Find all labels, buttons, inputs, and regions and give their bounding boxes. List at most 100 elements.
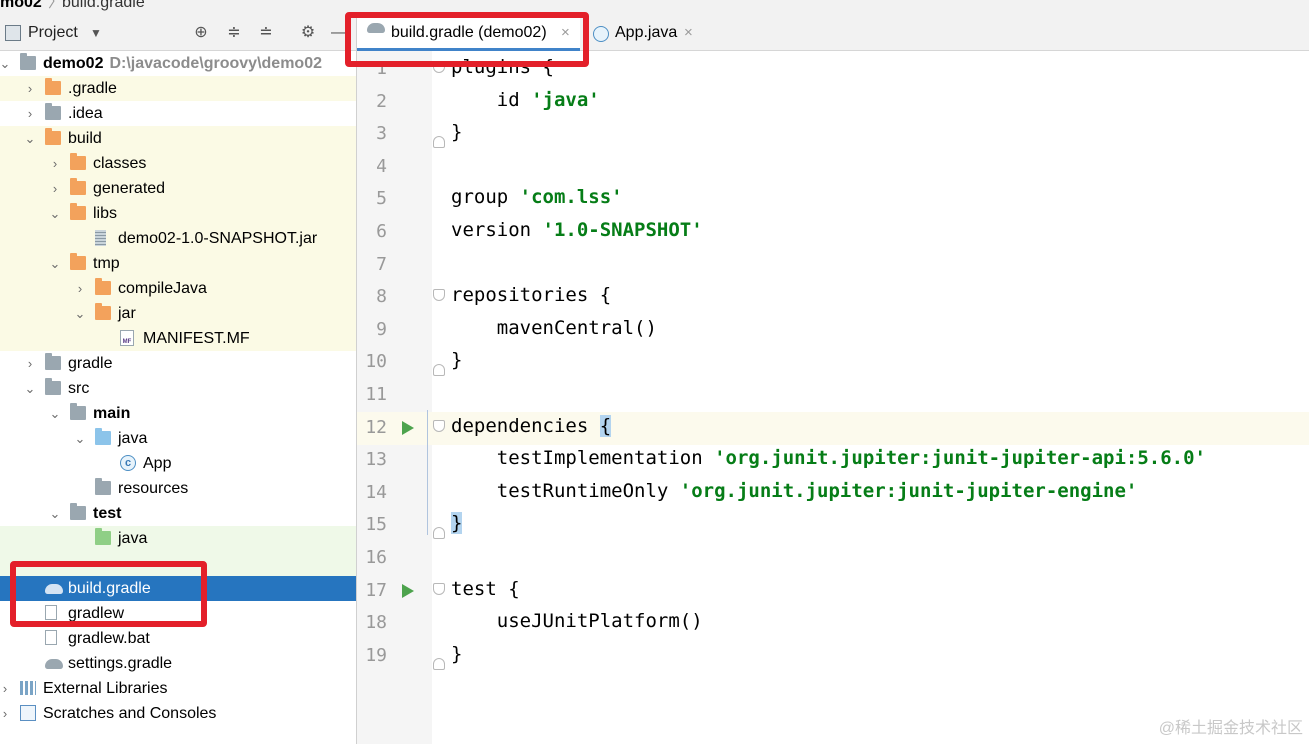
chevron-right-icon[interactable]: › [0,701,12,726]
folder-gray-icon [70,403,86,420]
code-line: } [451,349,462,371]
line-number: 13 [365,449,387,471]
fold-marker-icon[interactable] [433,657,445,670]
chevron-right-icon[interactable]: › [0,676,12,701]
tree-item[interactable]: resources [0,476,356,501]
chevron-right-icon[interactable]: › [23,101,37,126]
line-number: 14 [365,481,387,503]
tree-item[interactable]: › Scratches and Consoles [0,701,356,726]
code-line: version '1.0-SNAPSHOT' [451,219,703,241]
line-number: 15 [365,514,387,536]
chevron-down-icon[interactable]: ⌄ [23,126,37,151]
tree-item[interactable]: ⌄ tmp [0,251,356,276]
project-toolbar: Project ▼ ⊕ ≑ ≐ ⚙ — [0,15,356,51]
expand-all-icon[interactable]: ≑ [225,24,243,42]
code-line: id 'java' [451,89,600,111]
tree-item-label: jar [118,301,136,326]
chevron-down-icon[interactable]: ⌄ [0,51,12,76]
tree-item[interactable]: › .gradle [0,76,356,101]
tree-item[interactable]: ⌄ demo02 D:\javacode\groovy\demo02 [0,51,356,76]
tree-item[interactable]: ⌄ src [0,376,356,401]
matched-brace: } [451,512,463,535]
tab-label: App.java [615,24,678,41]
script-icon [45,630,57,645]
code-line: test { [451,578,520,600]
tree-item-label: resources [118,476,188,501]
folder-gray-icon [45,353,61,370]
folder-orange-icon [95,303,111,320]
target-icon[interactable]: ⊕ [192,24,210,42]
tree-item-label: classes [93,151,146,176]
tree-item-label: test [93,501,121,526]
tree-item[interactable]: MF MANIFEST.MF [0,326,356,351]
chevron-down-icon[interactable]: ⌄ [48,251,62,276]
code-line: } [451,121,462,143]
breadcrumb-file[interactable]: build.gradle [62,0,145,11]
run-icon[interactable] [402,420,414,435]
chevron-right-icon[interactable]: › [23,351,37,376]
chevron-down-icon[interactable]: ⌄ [73,301,87,326]
tree-item[interactable]: ⌄ main [0,401,356,426]
collapse-all-icon[interactable]: ≐ [257,24,275,42]
project-view-selector[interactable]: Project [28,24,78,42]
code-token: dependencies [451,414,600,437]
chevron-down-icon[interactable]: ▼ [90,26,102,40]
code-editor[interactable] [432,51,1309,744]
folder-orange-icon [70,153,86,170]
line-number: 5 [376,188,387,210]
chevron-down-icon[interactable]: ⌄ [23,376,37,401]
tree-item-label: Scratches and Consoles [43,701,216,726]
tree-item[interactable]: › generated [0,176,356,201]
annotation-box-tab [345,12,589,67]
tree-item-text: jar [118,305,136,322]
close-icon[interactable]: × [684,15,693,51]
tree-item[interactable]: › .idea [0,101,356,126]
chevron-down-icon[interactable]: ⌄ [48,401,62,426]
folder-orange-icon [95,278,111,295]
chevron-right-icon[interactable]: › [48,151,62,176]
chevron-down-icon[interactable]: ⌄ [48,501,62,526]
tree-item-text: settings.gradle [68,655,173,672]
scratch-icon [20,705,36,721]
tree-item-text: generated [93,180,166,197]
run-icon[interactable] [402,583,414,598]
tree-item[interactable]: settings.gradle [0,651,356,676]
tree-item[interactable]: › gradle [0,351,356,376]
fold-marker-icon[interactable] [433,136,445,149]
folder-orange-icon [70,253,86,270]
line-number: 9 [376,318,387,340]
tree-item-label: gradlew.bat [68,626,150,651]
tree-item[interactable]: ⌄ libs [0,201,356,226]
code-token: id [451,88,532,111]
chevron-right-icon[interactable]: › [23,76,37,101]
tree-item[interactable]: ⌄ java [0,426,356,451]
fold-marker-icon[interactable] [433,419,445,432]
tree-item[interactable]: c App [0,451,356,476]
chevron-down-icon[interactable]: ⌄ [48,201,62,226]
tree-item[interactable]: › External Libraries [0,676,356,701]
tree-item[interactable]: java [0,526,356,551]
folder-orange-icon [70,203,86,220]
tree-item[interactable]: › compileJava [0,276,356,301]
fold-marker-icon[interactable] [433,364,445,377]
tab-app-java[interactable]: App.java × [590,15,705,51]
breadcrumb-project[interactable]: mo02 [0,0,42,11]
chevron-right-icon[interactable]: › [48,176,62,201]
chevron-down-icon[interactable]: ⌄ [73,426,87,451]
fold-marker-icon[interactable] [433,582,445,595]
tree-item-label: compileJava [118,276,207,301]
tree-item[interactable]: gradlew.bat [0,626,356,651]
tree-item[interactable]: ⌄ jar [0,301,356,326]
tree-item[interactable]: ⌄ test [0,501,356,526]
line-number: 17 [365,579,387,601]
gear-icon[interactable]: ⚙ [299,24,317,42]
tree-item[interactable]: ⌄ build [0,126,356,151]
fold-marker-icon[interactable] [433,527,445,540]
tree-item[interactable]: demo02-1.0-SNAPSHOT.jar [0,226,356,251]
tree-item[interactable]: › classes [0,151,356,176]
watermark: @稀土掘金技术社区 [1158,720,1303,737]
chevron-right-icon[interactable]: › [73,276,87,301]
string-literal: 'com.lss' [519,186,623,209]
tree-item-text: External Libraries [43,680,168,697]
line-number: 2 [376,90,387,112]
